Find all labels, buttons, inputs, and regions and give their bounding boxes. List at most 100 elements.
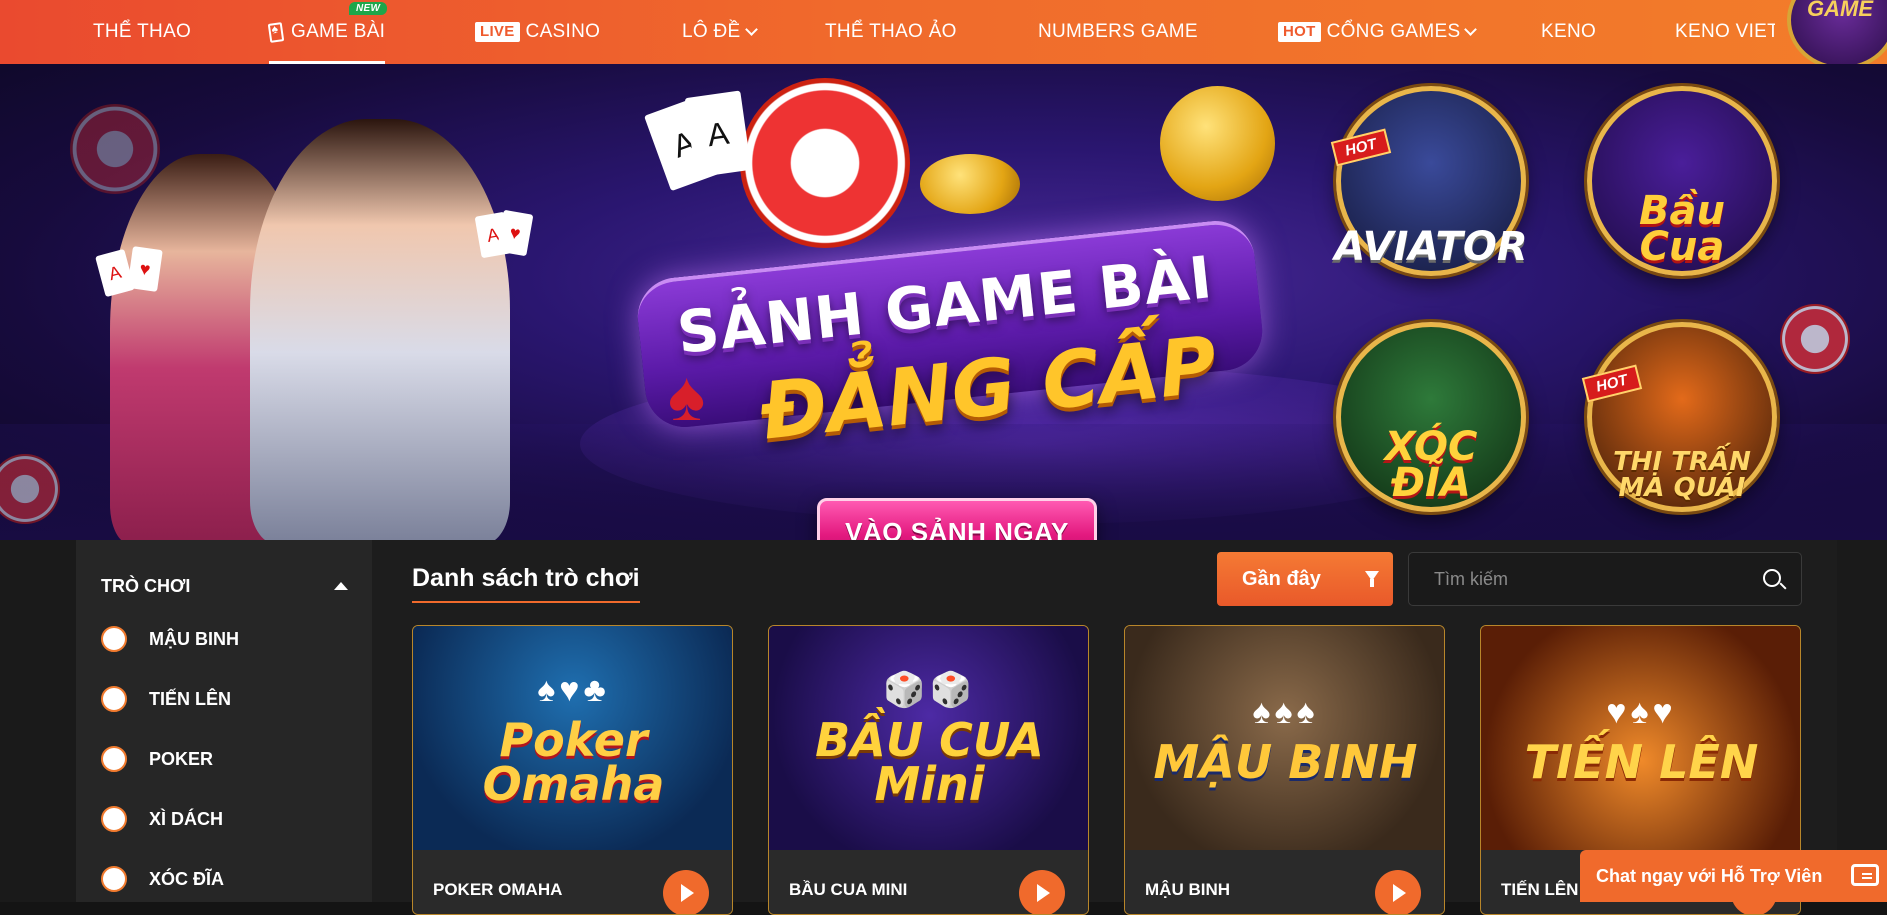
enter-lobby-button[interactable]: VÀO SẢNH NGAY <box>817 498 1097 540</box>
game-card-mau-binh[interactable]: ♠♠♠ MẬU BINH MẬU BINH <box>1124 625 1445 915</box>
character-illustration <box>250 119 510 540</box>
filter-label: MẬU BINH <box>149 628 239 649</box>
medal-xoc-dia[interactable]: XÓC ĐĨA <box>1336 322 1526 512</box>
radio-button[interactable] <box>101 866 127 892</box>
filter-icon <box>1365 571 1379 587</box>
playing-card-image: ♥ <box>496 209 534 257</box>
nav-item-game-bai[interactable]: GAME BÀI NEW <box>267 0 388 64</box>
game-card-bau-cua-mini[interactable]: 🎲🎲 BẦU CUA Mini BẦU CUA MINI <box>768 625 1089 915</box>
thumbnail-title: MẬU BINH <box>1153 734 1418 789</box>
radio-button[interactable] <box>101 626 127 652</box>
gold-coin-image <box>1160 86 1275 201</box>
brand-logo[interactable]: GAME <box>1767 0 1887 64</box>
game-thumbnail: ♠♠♠ MẬU BINH <box>1125 626 1444 850</box>
play-icon[interactable] <box>663 870 709 914</box>
nav-item-lo-de[interactable]: LÔ ĐỀ <box>682 0 758 64</box>
gold-coin-image <box>920 154 1020 214</box>
filter-label: POKER <box>149 748 214 769</box>
radio-button[interactable] <box>101 686 127 712</box>
game-name: TIẾN LÊN <box>1501 880 1579 899</box>
banner-title-group: SẢNH GAME BÀI ĐẲNG CẤP <box>633 179 1280 458</box>
card-decoration: ♥♠♥ <box>1606 692 1677 731</box>
nav-label: LÔ ĐỀ <box>682 21 741 42</box>
game-name: MẬU BINH <box>1145 880 1230 899</box>
game-name: BẦU CUA MINI <box>789 880 908 899</box>
search-icon[interactable] <box>1763 569 1781 587</box>
game-filter-sidebar: TRÒ CHƠI MẬU BINH TIẾN LÊN POKER XÌ DÁCH… <box>76 540 372 902</box>
filter-option-tien-len[interactable]: TIẾN LÊN <box>101 684 231 714</box>
chip-decoration <box>1780 304 1850 374</box>
game-thumbnail: 🎲🎲 BẦU CUA Mini <box>769 626 1088 850</box>
chevron-down-icon <box>1464 22 1478 36</box>
playing-card-icon <box>267 21 285 43</box>
card-footer: POKER OMAHA <box>413 850 732 914</box>
filter-option-xi-dach[interactable]: XÌ DÁCH <box>101 804 223 834</box>
filter-label: XÌ DÁCH <box>149 808 224 829</box>
card-decoration: ♠♠♠ <box>1252 692 1319 731</box>
top-nav: THỂ THAO GAME BÀI NEW LIVE CASINO LÔ ĐỀ … <box>0 0 1887 64</box>
nav-label: NUMBERS GAME <box>1038 21 1198 42</box>
medal-label: Bầu Cua <box>1639 188 1725 270</box>
hot-badge: HOT <box>1330 128 1391 167</box>
game-name: POKER OMAHA <box>433 880 563 899</box>
card-decoration: ♠♥♣ <box>537 670 610 709</box>
thumbnail-title: BẦU CUA Mini <box>815 713 1044 811</box>
play-icon[interactable] <box>1375 870 1421 914</box>
playing-card-image: A <box>684 90 752 178</box>
live-tag: LIVE <box>475 22 520 42</box>
dice-decoration: 🎲🎲 <box>883 671 976 709</box>
nav-item-the-thao-ao[interactable]: THỂ THAO ẢO <box>825 0 957 64</box>
radio-button[interactable] <box>101 746 127 772</box>
nav-item-numbers-game[interactable]: NUMBERS GAME <box>1038 0 1198 64</box>
nav-label: KENO VIET <box>1675 21 1775 42</box>
spade-icon: ♠ <box>668 357 706 435</box>
hero-banner: A ♥ A ♥ SẢNH GAME BÀI ĐẲNG CẤP A A ♠ VÀO… <box>0 64 1887 540</box>
chevron-down-icon <box>744 22 758 36</box>
collapse-caret-icon[interactable] <box>334 582 348 590</box>
section-title: Danh sách trò chơi <box>412 564 640 603</box>
nav-label: GAME BÀI <box>291 21 386 42</box>
nav-item-casino[interactable]: LIVE CASINO <box>475 0 600 64</box>
filter-option-xoc-dia[interactable]: XÓC ĐĨA <box>101 864 224 894</box>
chip-decoration <box>70 104 160 194</box>
thumbnail-title: TIẾN LÊN <box>1524 734 1759 789</box>
chat-label: Chat ngay với Hỗ Trợ Viên <box>1596 865 1823 886</box>
card-footer: BẦU CUA MINI <box>769 850 1088 914</box>
medal-bau-cua[interactable]: Bầu Cua <box>1587 86 1777 276</box>
poker-chip-image <box>740 78 910 248</box>
thumbnail-title: Poker Omaha <box>482 712 665 811</box>
sort-dropdown[interactable]: Gần đây <box>1217 552 1393 606</box>
filter-label: XÓC ĐĨA <box>149 868 225 889</box>
nav-item-keno-viet[interactable]: KENO VIET <box>1675 0 1775 64</box>
medal-label: AVIATOR <box>1334 224 1528 270</box>
game-list-section: Danh sách trò chơi Gần đây ♠♥♣ Poker Oma… <box>372 540 1837 915</box>
search-box <box>1408 552 1802 606</box>
medal-aviator[interactable]: HOT AVIATOR <box>1330 86 1528 276</box>
filter-label: TIẾN LÊN <box>149 688 232 709</box>
nav-label: CỔNG GAMES <box>1326 21 1461 42</box>
hot-badge: HOT <box>1581 364 1642 403</box>
game-card-poker-omaha[interactable]: ♠♥♣ Poker Omaha POKER OMAHA <box>412 625 733 915</box>
nav-item-keno[interactable]: KENO <box>1541 0 1596 64</box>
nav-label: THỂ THAO <box>93 21 192 42</box>
nav-item-the-thao[interactable]: THỂ THAO <box>93 0 191 64</box>
medal-label: THỊ TRẤN MA QUÁI <box>1613 447 1751 503</box>
nav-label: THỂ THAO ẢO <box>825 21 957 42</box>
play-icon[interactable] <box>1019 870 1065 914</box>
medal-label: XÓC ĐĨA <box>1384 424 1478 506</box>
playing-card-image: ♥ <box>127 246 163 292</box>
hot-tag: HOT <box>1278 22 1321 42</box>
radio-button[interactable] <box>101 806 127 832</box>
medal-thi-tran-ma-quai[interactable]: HOT THỊ TRẤN MA QUÁI <box>1581 322 1777 512</box>
card-footer: MẬU BINH <box>1125 850 1444 914</box>
logo-text: GAME <box>1807 0 1873 21</box>
search-input[interactable] <box>1409 553 1749 605</box>
filter-option-poker[interactable]: POKER <box>101 744 213 774</box>
nav-label: KENO <box>1541 21 1597 42</box>
chat-bubble-icon <box>1851 864 1879 886</box>
nav-item-cong-games[interactable]: HOT CỔNG GAMES <box>1278 0 1478 64</box>
filter-option-mau-binh[interactable]: MẬU BINH <box>101 624 239 654</box>
game-thumbnail: ♥♠♥ TIẾN LÊN <box>1481 626 1800 850</box>
new-badge: NEW <box>349 2 388 15</box>
live-chat-button[interactable]: Chat ngay với Hỗ Trợ Viên <box>1580 850 1887 902</box>
